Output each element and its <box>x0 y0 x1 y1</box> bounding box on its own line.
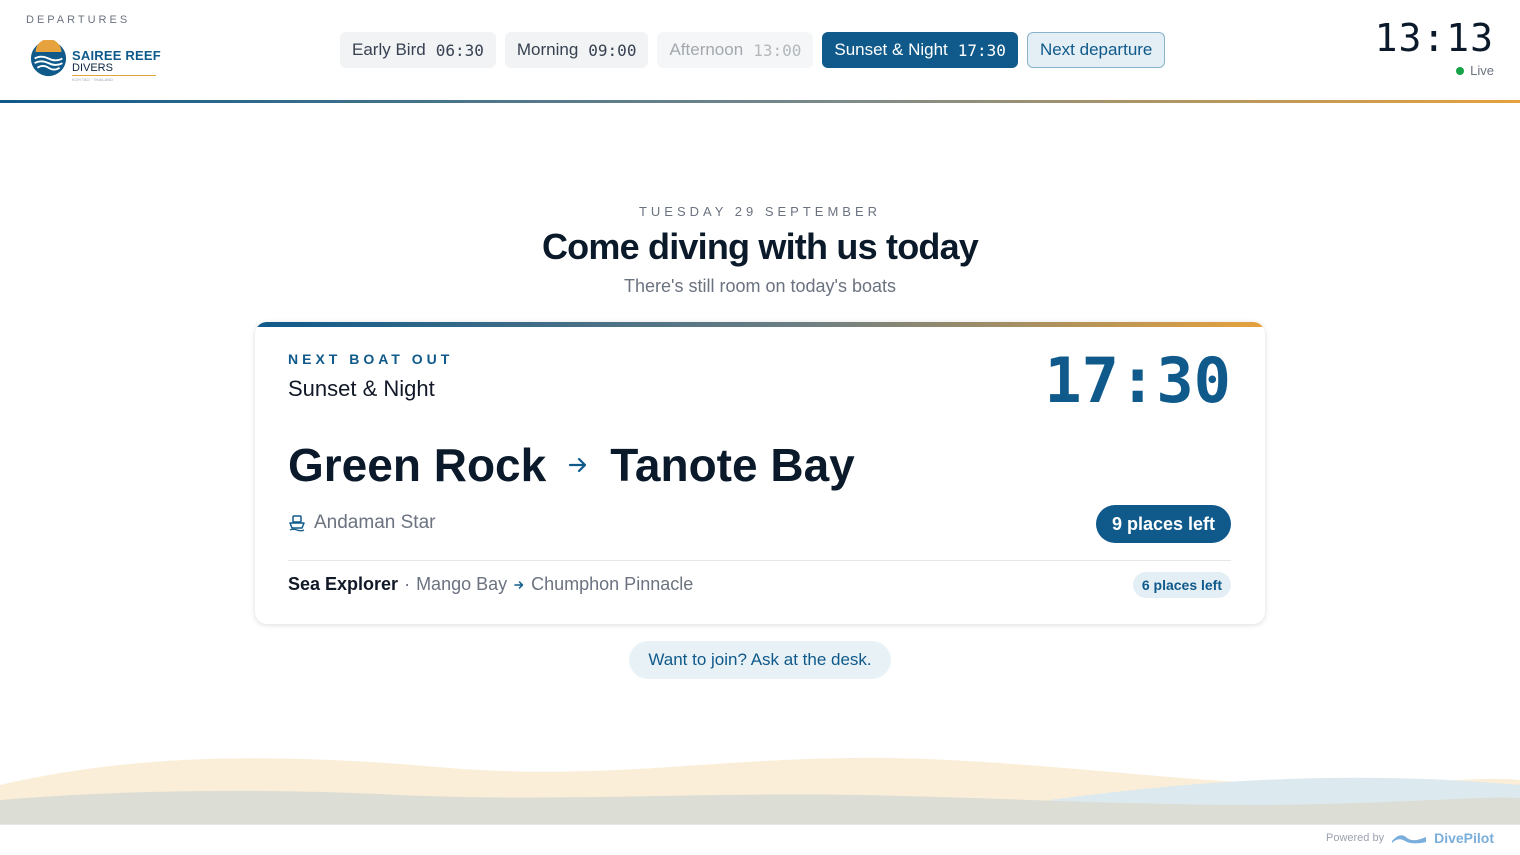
card-eyebrow: NEXT BOAT OUT <box>288 351 454 367</box>
live-dot-icon <box>1456 66 1465 75</box>
next-boat-card: NEXT BOAT OUT Sunset & Night 17:30 Green… <box>255 322 1265 624</box>
slot-label: Afternoon <box>669 40 744 59</box>
decorative-waves <box>0 757 1520 825</box>
logo-tagline: KOH TAO · THAILAND <box>72 77 113 82</box>
powered-by-brand: DivePilot <box>1434 830 1494 846</box>
logo-sub: DIVERS <box>72 62 113 74</box>
boat-icon <box>289 515 305 532</box>
route: Green Rock Tanote Bay <box>288 438 855 492</box>
slot-tabs: Early Bird 06:30 Morning 09:00 Afternoon… <box>340 32 1166 68</box>
boat-name: Andaman Star <box>314 512 436 533</box>
slot-tab-afternoon[interactable]: Afternoon 13:00 <box>657 32 814 68</box>
slot-tab-early-bird[interactable]: Early Bird 06:30 <box>340 32 496 68</box>
slot-label: Early Bird <box>352 40 426 59</box>
slot-time: 09:00 <box>588 40 637 60</box>
arrow-right-icon <box>569 457 587 473</box>
card-divider <box>288 560 1231 561</box>
slot-tab-sunset-night[interactable]: Sunset & Night 17:30 <box>822 32 1018 68</box>
hero-title: Come diving with us today <box>541 226 979 267</box>
places-left-badge: 9 places left <box>1095 505 1231 543</box>
powered-by-label: Powered by <box>1326 832 1385 844</box>
route-to: Tanote Bay <box>610 439 855 491</box>
slot-time: 06:30 <box>435 40 484 60</box>
slot-tab-morning[interactable]: Morning 09:00 <box>504 32 649 68</box>
live-indicator: Live <box>1456 63 1494 78</box>
join-banner: Want to join? Ask at the desk. <box>629 641 891 679</box>
other-route-from: Mango Bay <box>416 574 508 594</box>
divepilot-logo-icon <box>1392 835 1427 844</box>
card-departure-time: 17:30 <box>1044 344 1231 417</box>
logo-name: SAIREE REEF <box>72 48 161 63</box>
card-accent-bar <box>255 322 1265 327</box>
slot-label: Morning <box>516 40 579 59</box>
logo-icon <box>30 40 67 77</box>
arrow-right-icon <box>514 580 524 589</box>
slot-label: Sunset & Night <box>834 40 948 59</box>
header-eyebrow: DEPARTURES <box>26 14 131 26</box>
live-label: Live <box>1470 63 1494 78</box>
header: DEPARTURES SAIREE REEF DIVERS KOH TAO · … <box>0 0 1520 100</box>
route-from: Green Rock <box>288 439 547 491</box>
footer-divider <box>0 824 1520 825</box>
slot-time: 13:00 <box>753 40 802 60</box>
hero-subtitle: There's still room on today's boats <box>624 276 896 296</box>
logo-divider <box>72 75 156 76</box>
header-divider <box>0 100 1520 103</box>
slot-time: 17:30 <box>957 40 1006 60</box>
next-departure-button[interactable]: Next departure <box>1026 32 1166 68</box>
other-boat-name: Sea Explorer <box>288 574 399 594</box>
other-departure: Sea Explorer · Mango Bay Chumphon Pinnac… <box>288 574 693 595</box>
boat-info: Andaman Star <box>288 512 435 534</box>
powered-by: Powered by DivePilot <box>1326 830 1494 846</box>
card-slot-name: Sunset & Night <box>288 376 435 401</box>
other-places-left-badge: 6 places left <box>1132 572 1231 598</box>
clock: 13:13 <box>1374 16 1494 60</box>
separator-dot: · <box>404 574 411 594</box>
logo: SAIREE REEF DIVERS KOH TAO · THAILAND <box>30 40 165 82</box>
other-route-to: Chumphon Pinnacle <box>531 574 694 594</box>
hero-date: TUESDAY 29 SEPTEMBER <box>638 204 882 219</box>
